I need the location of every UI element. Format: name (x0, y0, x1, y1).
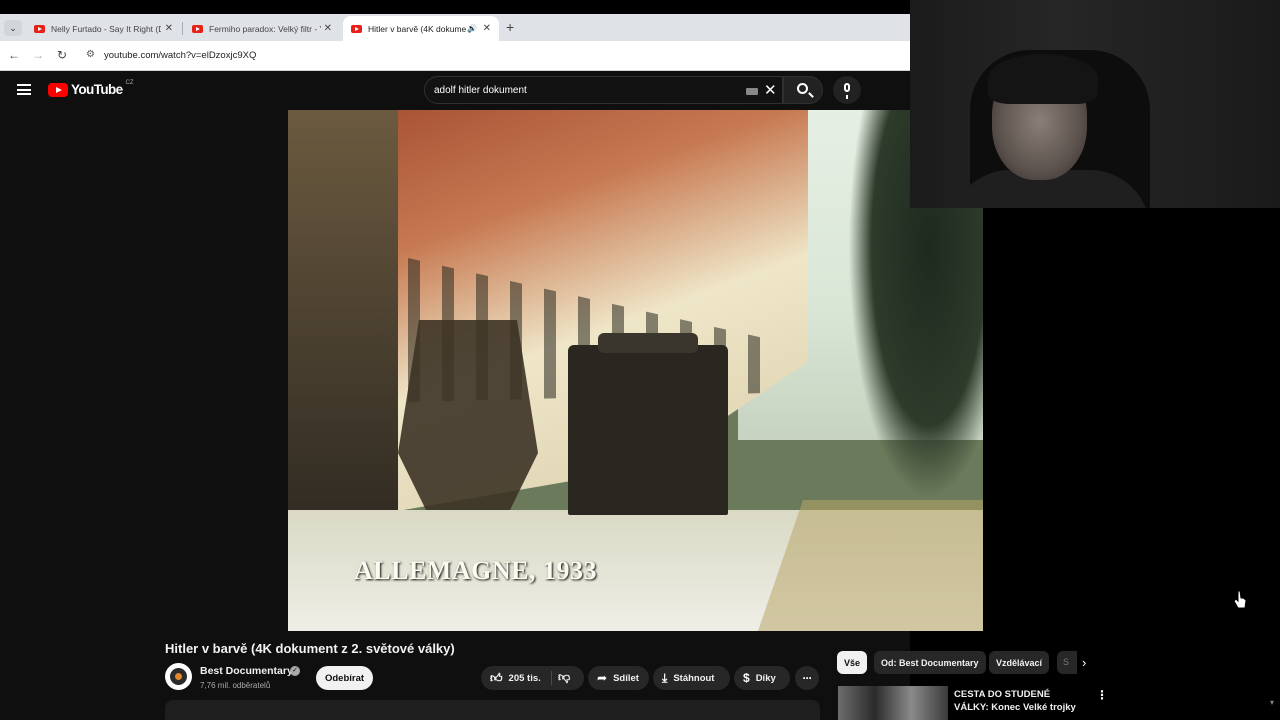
download-button[interactable]: ⤓ Stáhnout (653, 666, 730, 690)
thanks-button[interactable]: $ Díky (734, 666, 790, 690)
audio-playing-icon[interactable]: 🔊 (467, 24, 477, 33)
share-button[interactable]: ➦ Sdílet (588, 666, 649, 690)
youtube-favicon-icon (192, 24, 203, 33)
chevron-right-icon[interactable]: › (1082, 655, 1086, 670)
subscribe-button[interactable]: Odebírat (316, 666, 373, 690)
thanks-label: Díky (755, 672, 776, 684)
window-topbar (0, 0, 910, 14)
chip-from-channel[interactable]: Od: Best Documentary (874, 651, 986, 674)
youtube-logo-text: YouTube (71, 82, 123, 97)
youtube-logo[interactable]: YouTube CZ (48, 79, 134, 97)
scroll-indicator-icon: ▾ (1270, 698, 1275, 707)
tab-hitler-v-barve[interactable]: Hitler v barvě (4K dokumen 🔊 ✕ (343, 16, 499, 41)
tab-title: Fermiho paradox: Velký filtr - Yo (209, 23, 321, 34)
chip-partial[interactable]: S (1057, 651, 1077, 674)
recommendation-title[interactable]: CESTA DO STUDENÉ VÁLKY: Konec Velké troj… (954, 688, 1084, 714)
thumbs-down-icon[interactable]: 👎︎ (558, 670, 570, 685)
download-label: Stáhnout (673, 672, 715, 684)
chip-all[interactable]: Vše (837, 651, 868, 674)
video-title: Hitler v barvě (4K dokument z 2. světové… (165, 641, 455, 656)
site-settings-icon[interactable]: ⚙ (86, 49, 95, 60)
clear-search-icon[interactable]: ✕ (764, 81, 777, 99)
download-icon: ⤓ (662, 670, 668, 685)
youtube-favicon-icon (351, 24, 362, 33)
youtube-masthead: YouTube CZ adolf hitler dokument ✕ (0, 71, 910, 109)
search-input[interactable]: adolf hitler dokument ✕ (424, 76, 783, 104)
webcam-person-hair (988, 54, 1098, 104)
url-field[interactable]: youtube.com/watch?v=elDzoxjc9XQ (104, 50, 256, 61)
voice-search-button[interactable] (833, 76, 861, 104)
microphone-icon (844, 83, 850, 99)
tab-nelly-furtado[interactable]: Nelly Furtado - Say It Right (DA ✕ (26, 16, 181, 41)
search-icon (797, 83, 808, 94)
like-divider (551, 671, 552, 685)
more-actions-button[interactable]: ··· (795, 666, 819, 690)
thumbs-up-icon[interactable]: 👍︎ (490, 671, 503, 686)
video-caption: ALLEMAGNE, 1933 (354, 556, 597, 585)
tab-strip: ⌄ Nelly Furtado - Say It Right (DA ✕ Fer… (0, 14, 910, 41)
hand-cursor-icon (1233, 590, 1247, 609)
video-frame-car (568, 333, 728, 515)
address-bar-row: ← → ↻ ⚙ youtube.com/watch?v=elDzoxjc9XQ (0, 41, 910, 71)
hamburger-menu-icon[interactable] (17, 84, 31, 95)
like-count[interactable]: 205 tis. (509, 673, 541, 684)
keyboard-icon[interactable] (746, 88, 758, 95)
close-tab-icon[interactable]: ✕ (483, 23, 491, 34)
close-tab-icon[interactable]: ✕ (165, 23, 173, 34)
search-query: adolf hitler dokument (434, 85, 527, 96)
tab-search-button[interactable]: ⌄ (4, 20, 22, 36)
tab-title: Nelly Furtado - Say It Right (DA (51, 23, 161, 34)
thanks-icon: $ (743, 671, 750, 685)
like-dislike-group: 👍︎ 205 tis. 👎︎ (481, 666, 584, 690)
youtube-play-icon (48, 82, 68, 97)
tab-title: Hitler v barvě (4K dokumen (368, 23, 466, 34)
black-overlay-panel (983, 208, 1280, 631)
description-box[interactable] (165, 700, 820, 720)
webcam-overlay (910, 0, 1280, 208)
forward-arrow-icon[interactable]: → (30, 48, 46, 62)
share-label: Sdílet (613, 672, 639, 684)
subscriber-count: 7,76 mil. odběratelů (200, 681, 271, 690)
video-player[interactable]: ALLEMAGNE, 1933 (288, 110, 983, 631)
channel-avatar[interactable] (165, 663, 192, 690)
tab-divider (182, 22, 183, 35)
back-arrow-icon[interactable]: ← (6, 48, 22, 62)
recommendation-menu-icon[interactable]: ⋮ (1096, 688, 1108, 702)
video-frame-carriage (398, 320, 538, 510)
close-tab-icon[interactable]: ✕ (324, 23, 332, 34)
share-icon: ➦ (597, 671, 608, 685)
tab-fermiho-paradox[interactable]: Fermiho paradox: Velký filtr - Yo ✕ (184, 16, 340, 41)
chip-educational[interactable]: Vzdělávací (989, 651, 1050, 674)
country-code: CZ (125, 79, 134, 86)
search-button[interactable] (783, 76, 823, 104)
youtube-favicon-icon (34, 24, 45, 33)
verified-badge-icon: ✓ (290, 666, 300, 676)
channel-name[interactable]: Best Documentary (200, 665, 293, 677)
video-frame-wall (288, 110, 398, 530)
new-tab-button[interactable]: + (506, 19, 514, 35)
recommendation-thumbnail[interactable] (838, 686, 948, 720)
reload-icon[interactable]: ↻ (54, 48, 70, 62)
